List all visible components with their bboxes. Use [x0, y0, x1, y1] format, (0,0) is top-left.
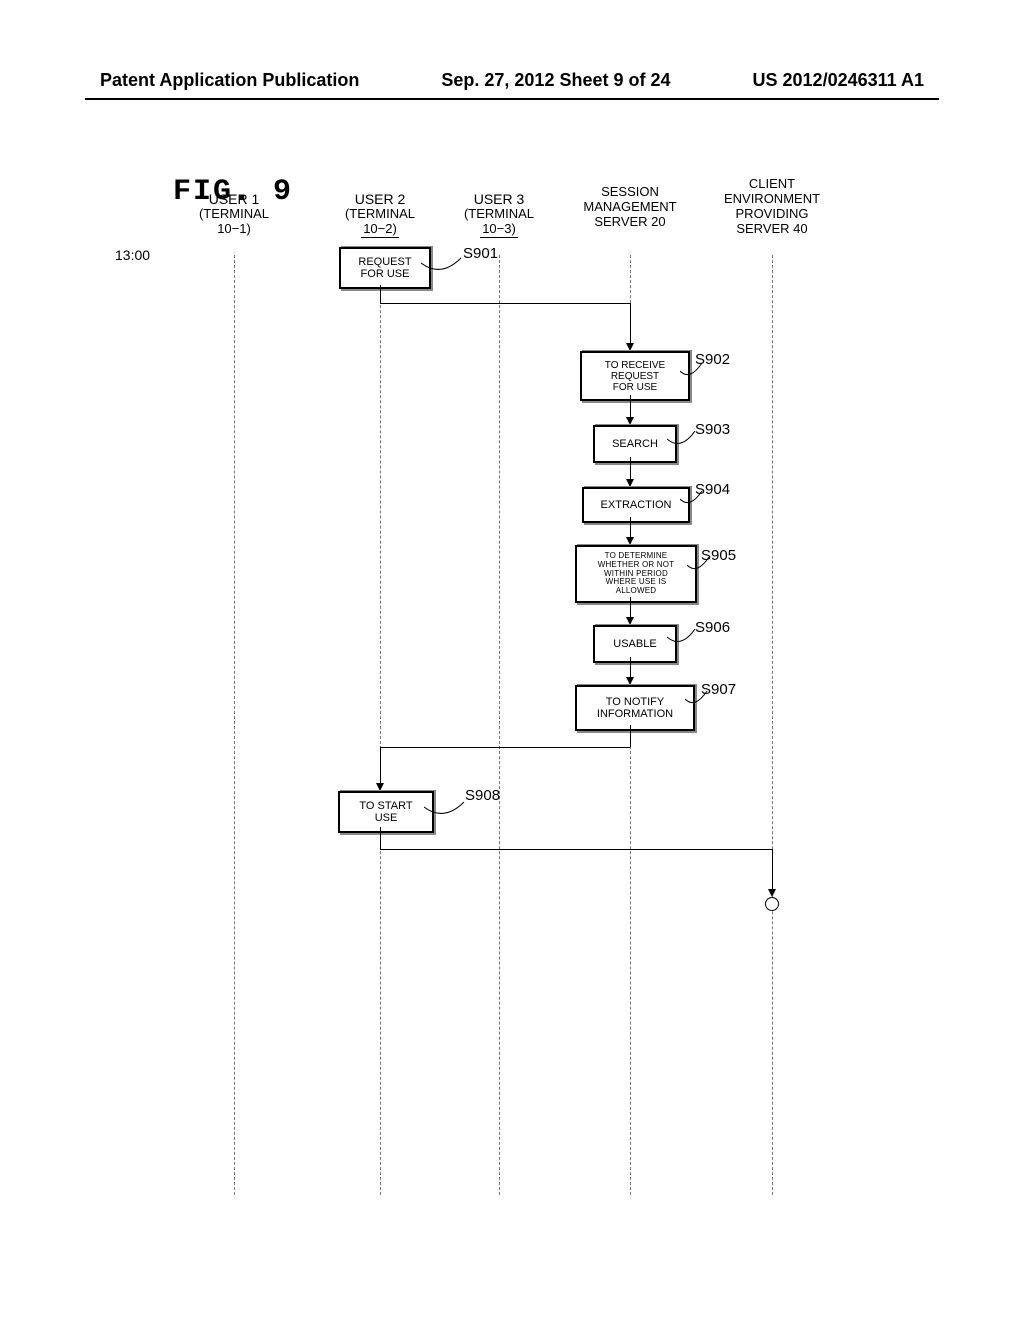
step-s906-label: S906	[695, 619, 730, 636]
header-left: Patent Application Publication	[100, 70, 359, 91]
conn-s901-down	[380, 285, 381, 303]
lane-header-user1: USER 1 (TERMINAL 10−1)	[194, 191, 274, 237]
header-right: US 2012/0246311 A1	[753, 70, 924, 91]
conn-s906-s907	[630, 657, 631, 679]
conn-s907-to-s908	[380, 747, 381, 785]
conn-s904-s905	[630, 517, 631, 539]
lane-header-client: CLIENT ENVIRONMENT PROVIDING SERVER 40	[717, 177, 827, 237]
arrowhead-s907-icon	[626, 677, 634, 685]
conn-s908-to-client	[772, 849, 773, 891]
header-center: Sep. 27, 2012 Sheet 9 of 24	[441, 70, 670, 91]
time-label: 13:00	[115, 247, 150, 263]
step-s907-box: TO NOTIFY INFORMATION	[575, 685, 695, 731]
step-s903-label: S903	[695, 421, 730, 438]
lifeline-user1	[234, 255, 235, 1195]
lifeline-user3	[499, 255, 500, 1195]
step-s908-box: TO START USE	[338, 791, 434, 833]
step-s902-box: TO RECEIVE REQUEST FOR USE	[580, 351, 690, 401]
conn-s902-s903	[630, 395, 631, 419]
conn-s908-down	[380, 827, 381, 849]
arrowhead-s906-icon	[626, 617, 634, 625]
arrowhead-s905-icon	[626, 537, 634, 545]
step-s901-box: REQUEST FOR USE	[339, 247, 431, 289]
page: Patent Application Publication Sep. 27, …	[0, 0, 1024, 1320]
conn-s908-right	[380, 849, 772, 850]
conn-s901-to-s902	[630, 303, 631, 345]
page-header: Patent Application Publication Sep. 27, …	[100, 70, 924, 91]
lifeline-user2	[380, 255, 381, 1195]
conn-s907-left	[380, 747, 630, 748]
arrowhead-s903-icon	[626, 417, 634, 425]
s905-leader	[687, 557, 711, 579]
lifeline-client	[772, 255, 773, 1195]
step-s906-box: USABLE	[593, 625, 677, 663]
arrowhead-s908-icon	[376, 783, 384, 791]
lane-header-session: SESSION MANAGEMENT SERVER 20	[575, 185, 685, 230]
conn-s905-s906	[630, 597, 631, 619]
s904-leader	[680, 491, 704, 513]
lane-header-user3: USER 3 (TERMINAL 10−3)	[454, 191, 544, 238]
continuation-circle-icon	[765, 897, 779, 911]
s907-leader	[685, 691, 709, 713]
step-s908-label: S908	[465, 787, 500, 804]
arrowhead-client-end-icon	[768, 889, 776, 897]
lane-header-user2: USER 2 (TERMINAL 10−2)	[335, 191, 425, 238]
step-s904-box: EXTRACTION	[582, 487, 690, 523]
conn-s907-down	[630, 725, 631, 747]
figure-9-diagram: FIG. 9 USER 1 (TERMINAL 10−1) USER 2 (TE…	[115, 175, 925, 1205]
header-rule	[85, 98, 939, 100]
step-s905-box: TO DETERMINE WHETHER OR NOT WITHIN PERIO…	[575, 545, 697, 603]
s906-leader	[667, 629, 697, 651]
s903-leader	[667, 431, 697, 453]
s901-leader	[421, 253, 465, 275]
step-s903-box: SEARCH	[593, 425, 677, 463]
arrowhead-s902-icon	[626, 343, 634, 351]
arrowhead-s904-icon	[626, 479, 634, 487]
conn-s901-right	[380, 303, 630, 304]
s902-leader	[680, 361, 704, 383]
step-s901-label: S901	[463, 245, 498, 262]
s908-leader	[424, 797, 468, 819]
conn-s903-s904	[630, 457, 631, 481]
